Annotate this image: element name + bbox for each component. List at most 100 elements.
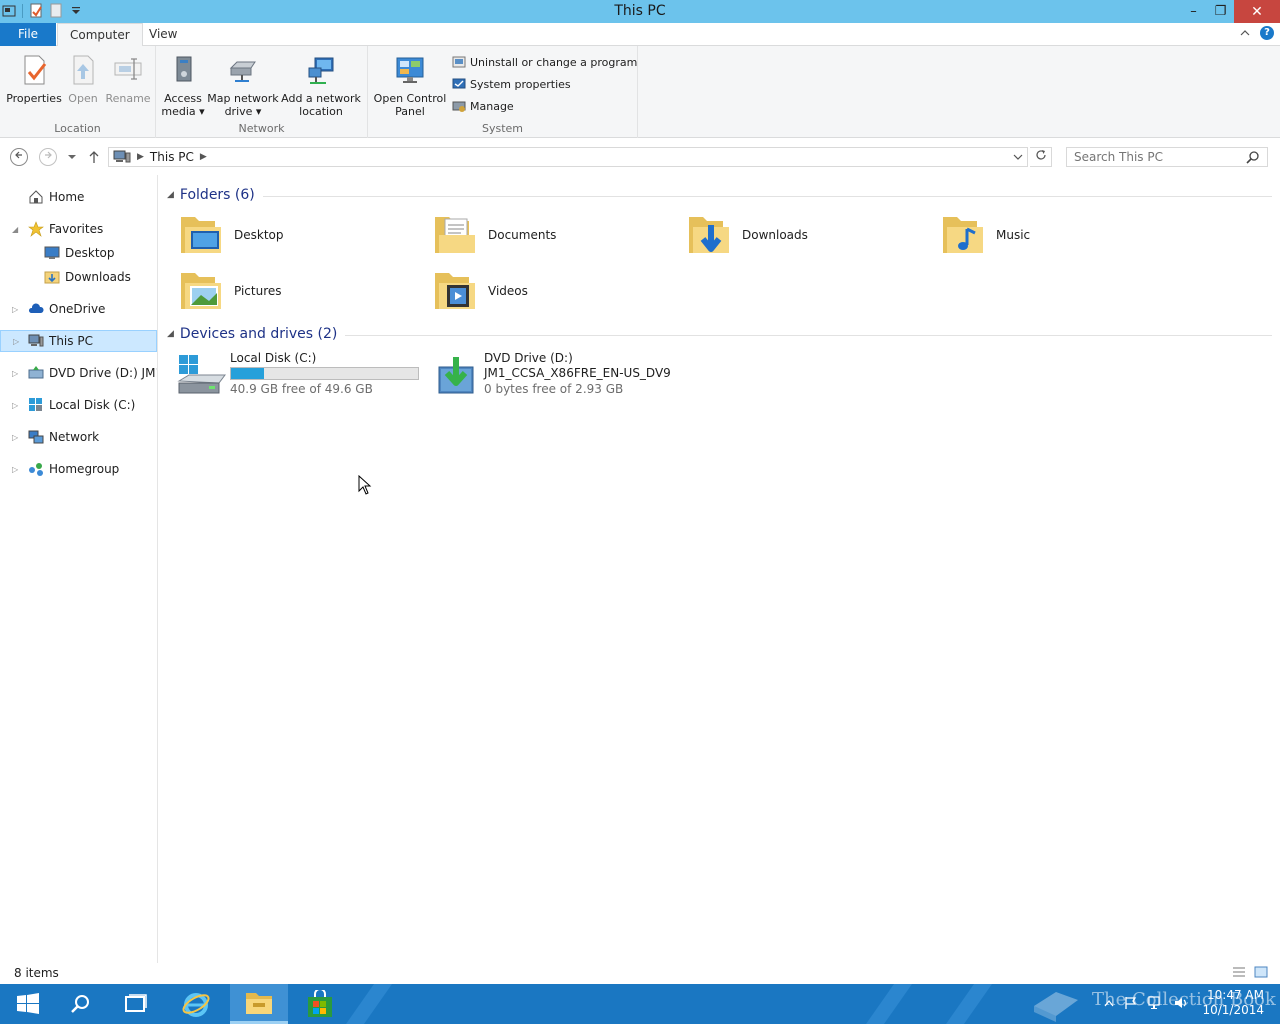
- folder-videos[interactable]: Videos: [431, 267, 528, 315]
- nav-desktop[interactable]: Desktop: [0, 242, 157, 264]
- folder-music[interactable]: Music: [939, 211, 1030, 259]
- videos-folder-icon: [435, 273, 475, 309]
- nav-dvd-drive[interactable]: ▷ DVD Drive (D:) JM1_CCSA_X86FRE_EN-US_D…: [0, 362, 157, 384]
- this-pc-expand-icon[interactable]: ▷: [13, 337, 23, 346]
- folder-downloads[interactable]: Downloads: [685, 211, 808, 259]
- watermark-book-icon: [1034, 992, 1078, 1022]
- address-dropdown-icon[interactable]: [1013, 150, 1023, 164]
- add-network-location-button[interactable]: Add a network location: [280, 54, 362, 118]
- search-icon[interactable]: [1246, 150, 1260, 164]
- window-title: This PC: [614, 3, 666, 19]
- store-icon: [308, 990, 332, 1017]
- minimize-button[interactable]: –: [1180, 0, 1207, 23]
- nav-downloads[interactable]: Downloads: [0, 266, 157, 288]
- breadcrumb-chevron-icon[interactable]: ▶: [200, 152, 207, 162]
- ribbon-right-controls: ?: [1240, 26, 1274, 40]
- system-tray: [1104, 996, 1190, 1010]
- breadcrumb-separator-icon[interactable]: ▶: [137, 152, 144, 162]
- drive-c[interactable]: Local Disk (C:) 40.9 GB free of 49.6 GB: [175, 351, 435, 399]
- drive-d[interactable]: DVD Drive (D:) JM1_CCSA_X86FRE_EN-US_DV9…: [429, 351, 689, 399]
- volume-icon[interactable]: [1174, 996, 1190, 1010]
- map-network-drive-icon: [229, 61, 256, 82]
- details-view-icon[interactable]: [1232, 966, 1246, 978]
- devices-collapse-icon[interactable]: ◢: [167, 329, 174, 339]
- map-network-drive-button[interactable]: Map network drive ▾: [206, 54, 280, 118]
- network-tray-icon[interactable]: [1148, 996, 1164, 1010]
- file-explorer-button[interactable]: [230, 984, 288, 1024]
- nav-favorites[interactable]: ◢ Favorites: [0, 218, 157, 240]
- manage-button[interactable]: Manage: [452, 99, 514, 113]
- rename-button[interactable]: Rename: [104, 54, 152, 105]
- window-controls: – ❐ ✕: [1180, 0, 1280, 23]
- access-media-button[interactable]: Access media ▾: [160, 54, 206, 118]
- downloads-folder-icon: [689, 217, 729, 253]
- folders-section-header[interactable]: ◢ Folders (6): [160, 185, 1272, 205]
- properties-button[interactable]: Properties: [6, 54, 62, 105]
- local-disk-expand-icon[interactable]: ▷: [12, 401, 22, 410]
- uninstall-program-button[interactable]: Uninstall or change a program: [452, 55, 637, 69]
- folder-pictures[interactable]: Pictures: [177, 267, 282, 315]
- properties-icon: [24, 55, 47, 85]
- action-center-flag-icon[interactable]: [1124, 996, 1138, 1010]
- show-hidden-icons-icon[interactable]: [1104, 999, 1114, 1007]
- devices-section-header[interactable]: ◢ Devices and drives (2): [160, 324, 1272, 344]
- internet-explorer-button[interactable]: [168, 984, 224, 1024]
- store-button[interactable]: [292, 984, 348, 1024]
- refresh-button[interactable]: [1030, 147, 1052, 167]
- nav-this-pc[interactable]: ▷ This PC: [0, 330, 157, 352]
- folders-collapse-icon[interactable]: ◢: [167, 190, 174, 200]
- mouse-cursor-icon: [358, 475, 372, 495]
- taskbar-clock[interactable]: 10:47 AM 10/1/2014: [1202, 988, 1264, 1018]
- back-button[interactable]: [10, 148, 28, 166]
- internet-explorer-icon: [182, 993, 210, 1017]
- downloads-icon: [44, 271, 60, 284]
- star-icon: [28, 221, 44, 237]
- forward-button[interactable]: [39, 148, 57, 166]
- taskbar-search-icon: [71, 995, 89, 1013]
- restore-button[interactable]: ❐: [1207, 0, 1234, 23]
- drive-c-usage-fill: [231, 368, 264, 379]
- task-view-icon: [125, 994, 147, 1012]
- start-button[interactable]: [0, 984, 56, 1024]
- nav-network[interactable]: ▷ Network: [0, 426, 157, 448]
- nav-homegroup[interactable]: ▷ Homegroup: [0, 458, 157, 480]
- file-explorer-icon: [246, 992, 272, 1014]
- large-icons-view-icon[interactable]: [1254, 966, 1268, 978]
- status-bar: 8 items: [0, 963, 1280, 984]
- onedrive-cloud-icon: [28, 303, 44, 313]
- breadcrumb-this-pc[interactable]: This PC: [150, 150, 194, 164]
- nav-onedrive[interactable]: ▷ OneDrive: [0, 298, 157, 320]
- task-view-button[interactable]: [108, 984, 164, 1024]
- recent-locations-dropdown-icon[interactable]: [67, 154, 77, 160]
- minimize-ribbon-icon[interactable]: [1240, 29, 1250, 37]
- onedrive-expand-icon[interactable]: ▷: [12, 305, 22, 314]
- up-arrow-icon[interactable]: [88, 150, 100, 164]
- nav-home[interactable]: Home: [0, 186, 157, 208]
- navigation-pane: Home ◢ Favorites Desktop Downloads ▷ One…: [0, 175, 158, 963]
- network-group: Access media ▾ Map network drive ▾ Add a…: [156, 46, 368, 138]
- nav-local-disk[interactable]: ▷ Local Disk (C:): [0, 394, 157, 416]
- tab-view[interactable]: View: [137, 23, 189, 46]
- tab-file[interactable]: File: [0, 23, 56, 46]
- taskbar-search-button[interactable]: [52, 984, 108, 1024]
- close-button[interactable]: ✕: [1234, 0, 1280, 23]
- address-bar[interactable]: ▶ This PC ▶: [108, 147, 1028, 167]
- open-button[interactable]: Open: [64, 54, 102, 105]
- system-properties-icon: [452, 78, 466, 89]
- system-group-label: System: [481, 122, 524, 135]
- folder-desktop[interactable]: Desktop: [177, 211, 284, 259]
- dvd-expand-icon[interactable]: ▷: [12, 369, 22, 378]
- favorites-expand-icon[interactable]: ◢: [12, 225, 22, 234]
- open-control-panel-button[interactable]: Open Control Panel: [372, 54, 448, 118]
- ribbon: Properties Open Rename Location Access m…: [0, 46, 1280, 138]
- system-properties-button[interactable]: System properties: [452, 77, 571, 91]
- network-expand-icon[interactable]: ▷: [12, 433, 22, 442]
- search-input[interactable]: [1066, 147, 1268, 167]
- folder-documents[interactable]: Documents: [431, 211, 556, 259]
- help-button[interactable]: ?: [1260, 26, 1274, 40]
- tab-computer[interactable]: Computer: [57, 23, 143, 47]
- refresh-icon: [1035, 150, 1046, 160]
- homegroup-expand-icon[interactable]: ▷: [12, 465, 22, 474]
- home-icon: [29, 190, 43, 204]
- clock-date: 10/1/2014: [1202, 1003, 1264, 1017]
